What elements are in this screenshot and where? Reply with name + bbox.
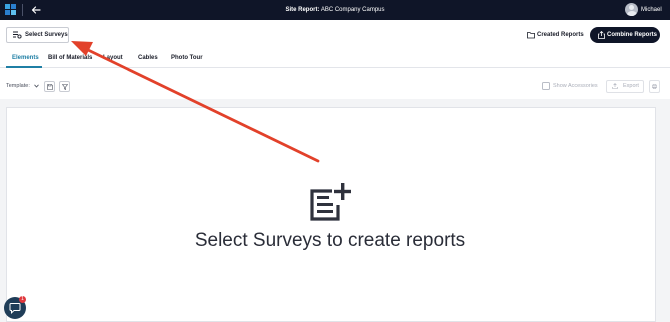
save-template-button[interactable]	[44, 81, 55, 92]
chat-bubble-icon	[9, 303, 21, 314]
app-logo-icon[interactable]	[5, 4, 16, 15]
report-tabs: Elements Bill of Materials Layout Cables…	[0, 50, 670, 68]
combine-reports-label: Combine Reports	[607, 32, 658, 38]
save-icon	[47, 84, 53, 90]
user-avatar[interactable]	[625, 3, 638, 16]
template-filter-button[interactable]	[59, 81, 70, 92]
topbar-divider	[22, 4, 23, 16]
print-icon	[652, 84, 657, 89]
select-surveys-label: Select Surveys	[25, 32, 68, 38]
filter-list-icon	[13, 31, 22, 39]
print-button[interactable]	[649, 80, 660, 93]
page-title: Site Report: ABC Company Campus	[0, 0, 670, 20]
combine-reports-button[interactable]: Combine Reports	[590, 27, 660, 43]
chevron-down-icon[interactable]	[34, 84, 39, 88]
tab-photo-tour[interactable]: Photo Tour	[171, 50, 203, 68]
add-report-icon	[310, 183, 351, 221]
empty-state-message: Select Surveys to create reports	[194, 230, 466, 251]
upload-icon	[612, 83, 618, 89]
export-button[interactable]: Export	[606, 80, 644, 93]
show-accessories-toggle[interactable]: Show Accessories	[542, 82, 598, 91]
active-tab-indicator	[6, 66, 42, 68]
tabs-divider	[0, 67, 670, 68]
folder-icon	[527, 32, 535, 39]
tab-bill-of-materials[interactable]: Bill of Materials	[48, 50, 92, 68]
page-title-value: ABC Company Campus	[320, 7, 385, 13]
page-title-label: Site Report:	[285, 7, 320, 13]
back-arrow-icon[interactable]	[29, 3, 43, 17]
select-surveys-button[interactable]: Select Surveys	[6, 27, 69, 43]
chat-notification-badge: 1	[19, 296, 26, 303]
tab-cables[interactable]: Cables	[138, 50, 158, 68]
show-accessories-checkbox[interactable]	[542, 82, 550, 90]
created-reports-label: Created Reports	[537, 32, 584, 38]
top-bar: Site Report: ABC Company Campus Michael	[0, 0, 670, 20]
share-export-icon	[598, 31, 605, 39]
filter-icon	[62, 84, 68, 90]
show-accessories-label: Show Accessories	[553, 83, 598, 89]
export-label: Export	[623, 83, 639, 89]
tab-layout[interactable]: Layout	[103, 50, 123, 68]
created-reports-button[interactable]: Created Reports	[527, 28, 584, 42]
template-label: Template:	[6, 83, 30, 89]
user-name[interactable]: Michael	[641, 0, 662, 20]
